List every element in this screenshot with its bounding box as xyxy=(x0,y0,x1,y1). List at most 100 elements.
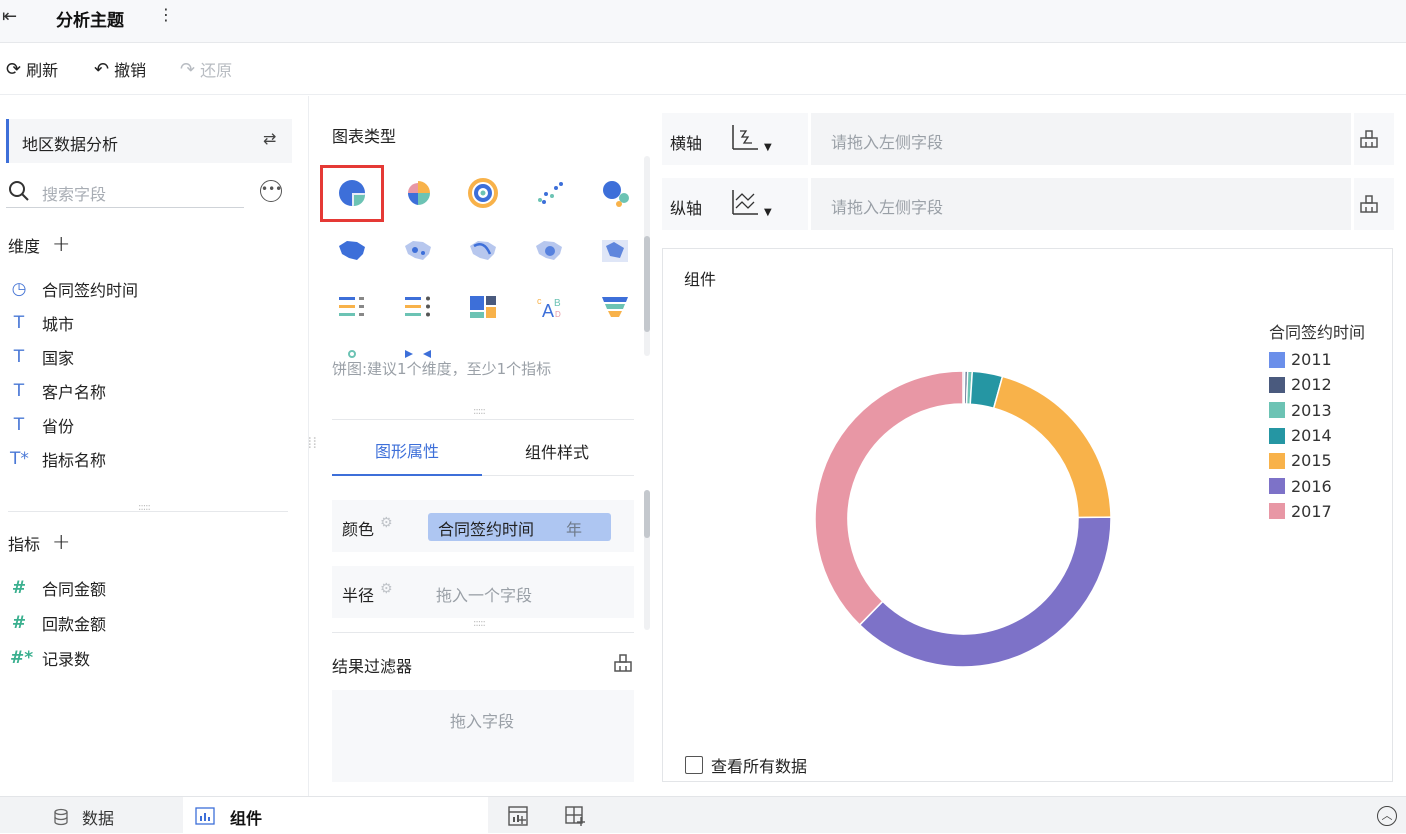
chart-canvas-panel: 横轴 ▼ 请拖入左侧字段 纵轴 ▼ 请拖入左侧字段 组件 合同签约时间 2011… xyxy=(650,96,1406,796)
chart-type-funnel[interactable] xyxy=(597,292,633,322)
chart-type-gauge[interactable] xyxy=(334,346,370,358)
pie-slice-2015[interactable] xyxy=(992,375,1112,519)
undo-button[interactable]: ↶ 撤销 xyxy=(94,57,146,81)
chart-type-treemap[interactable] xyxy=(465,292,501,322)
chart-type-multi-pie[interactable] xyxy=(465,178,501,208)
chevron-down-icon: ▼ xyxy=(764,142,772,153)
x-axis-type-dropdown[interactable]: ▼ xyxy=(730,123,772,153)
toolbar: ⟳ 刷新 ↶ 撤销 ↷ 还原 xyxy=(0,43,1406,95)
pie-slice-2016[interactable] xyxy=(858,516,1112,668)
legend-item-2015[interactable]: 2015 xyxy=(1269,448,1379,473)
legend-item-2012[interactable]: 2012 xyxy=(1269,372,1379,397)
legend-item-2013[interactable]: 2013 xyxy=(1269,398,1379,423)
legend-label: 2017 xyxy=(1291,501,1332,521)
page-title: 分析主题 xyxy=(56,11,124,31)
refresh-icon: ⟳ xyxy=(6,58,22,80)
tab-graph-properties[interactable]: 图形属性 xyxy=(332,426,482,476)
search-input[interactable]: 搜索字段 xyxy=(42,181,106,205)
color-field-pill[interactable]: 合同签约时间 年 xyxy=(428,513,611,541)
dimension-field[interactable]: T 城市 xyxy=(10,311,74,335)
resize-grip-icon[interactable]: ::::: xyxy=(473,618,486,629)
measure-field[interactable]: # 合同金额 xyxy=(10,576,106,600)
gear-icon[interactable]: ⚙ xyxy=(380,515,393,531)
resize-grip-icon[interactable]: ::::: xyxy=(473,406,486,417)
chart-legend: 2011 2012 2013 2014 2015 2016 2017 xyxy=(1269,347,1379,524)
more-menu-icon[interactable]: ⋮ xyxy=(158,5,174,24)
field-label: 回款金额 xyxy=(42,615,107,634)
chart-type-bow[interactable] xyxy=(400,346,436,358)
measure-field[interactable]: #* 记录数 xyxy=(10,646,90,670)
tab-component[interactable]: 组件 xyxy=(183,797,488,834)
collapse-up-icon[interactable]: ︿ xyxy=(1377,806,1397,826)
y-axis-type-dropdown[interactable]: ▼ xyxy=(730,188,772,218)
dimension-field[interactable]: T 国家 xyxy=(10,345,74,369)
x-axis-label: 横轴 xyxy=(670,134,703,153)
tab-data[interactable]: 数据 xyxy=(52,805,114,829)
chart-type-detail-table[interactable] xyxy=(400,292,436,322)
radius-drop-zone[interactable]: 拖入一个字段 xyxy=(436,582,532,606)
legend-item-2017[interactable]: 2017 xyxy=(1269,499,1379,524)
switch-dataset-icon[interactable]: ⇄ xyxy=(263,129,276,148)
component-card[interactable]: 组件 合同签约时间 2011 2012 2013 2014 2015 2016 2017 查… xyxy=(662,248,1393,782)
tab-label: 图形属性 xyxy=(374,442,439,461)
more-options-icon[interactable]: ••• xyxy=(260,180,282,202)
svg-text:A: A xyxy=(542,301,554,321)
resize-grip-icon[interactable]: ::::: xyxy=(138,502,151,513)
chart-type-scatter[interactable] xyxy=(531,178,567,208)
chart-type-grid: cABD xyxy=(320,158,640,358)
radius-label: 半径 xyxy=(342,586,375,605)
chart-type-bubble[interactable] xyxy=(597,178,633,208)
chart-type-custom-map[interactable] xyxy=(597,236,633,266)
dimension-field[interactable]: T 客户名称 xyxy=(10,379,106,403)
chart-type-pie[interactable] xyxy=(334,178,370,208)
legend-item-2016[interactable]: 2016 xyxy=(1269,473,1379,498)
x-axis-drop-zone[interactable]: 请拖入左侧字段 xyxy=(808,113,1354,165)
add-measure-icon[interactable]: + xyxy=(52,530,70,555)
tab-component-style[interactable]: 组件样式 xyxy=(482,426,632,476)
dimension-field[interactable]: ◷ 合同签约时间 xyxy=(10,277,138,301)
filter-drop-zone[interactable]: 拖入字段 xyxy=(332,690,634,782)
chart-type-hint: 饼图:建议1个维度，至少1个指标 xyxy=(332,360,552,378)
field-label: 记录数 xyxy=(42,650,91,669)
dataset-selector[interactable]: 地区数据分析 ⇄ xyxy=(6,119,292,163)
exit-icon[interactable]: ⇤ xyxy=(2,6,17,27)
chart-type-region-map[interactable] xyxy=(334,236,370,266)
section-divider xyxy=(332,632,634,633)
component-tab-label: 组件 xyxy=(230,809,263,828)
component-title: 组件 xyxy=(684,270,717,289)
pie-slice-2017[interactable] xyxy=(814,370,964,627)
chart-type-point-map[interactable] xyxy=(400,236,436,266)
filter-brush-icon[interactable] xyxy=(612,652,634,674)
legend-item-2014[interactable]: 2014 xyxy=(1269,423,1379,448)
show-all-data-checkbox[interactable]: 查看所有数据 xyxy=(685,753,807,777)
gear-icon[interactable]: ⚙ xyxy=(380,581,393,597)
measure-field[interactable]: # 回款金额 xyxy=(10,611,106,635)
chart-type-flow-map[interactable] xyxy=(465,236,501,266)
legend-item-2011[interactable]: 2011 xyxy=(1269,347,1379,372)
y-axis-clear-icon[interactable] xyxy=(1358,193,1380,215)
add-dashboard-icon[interactable] xyxy=(564,805,586,827)
chart-type-table[interactable] xyxy=(334,292,370,322)
x-axis-clear-icon[interactable] xyxy=(1358,128,1380,150)
text-type-icon: T xyxy=(13,415,25,435)
time-icon: ◷ xyxy=(11,279,27,299)
legend-label: 2016 xyxy=(1291,476,1332,496)
x-axis-row: 横轴 ▼ 请拖入左侧字段 xyxy=(662,113,1394,165)
add-dimension-icon[interactable]: + xyxy=(52,232,70,257)
legend-swatch xyxy=(1269,376,1285,393)
refresh-button[interactable]: ⟳ 刷新 xyxy=(6,57,58,81)
color-field-name: 合同签约时间 xyxy=(438,520,535,539)
y-axis-drop-zone[interactable]: 请拖入左侧字段 xyxy=(808,178,1354,230)
redo-button[interactable]: ↷ 还原 xyxy=(180,57,232,81)
dimension-field[interactable]: T* 指标名称 xyxy=(10,447,106,471)
dimensions-header: 维度 + xyxy=(8,232,70,257)
legend-swatch xyxy=(1269,503,1285,520)
measures-label: 指标 xyxy=(8,534,41,554)
chart-type-heat-map[interactable] xyxy=(531,236,567,266)
add-component-icon[interactable] xyxy=(507,805,529,827)
chart-type-rose[interactable] xyxy=(400,178,436,208)
field-search[interactable]: 搜索字段 xyxy=(6,176,244,208)
chart-type-word-cloud[interactable]: cABD xyxy=(531,292,567,322)
checkbox-box[interactable] xyxy=(685,756,703,774)
dimension-field[interactable]: T 省份 xyxy=(10,413,74,437)
